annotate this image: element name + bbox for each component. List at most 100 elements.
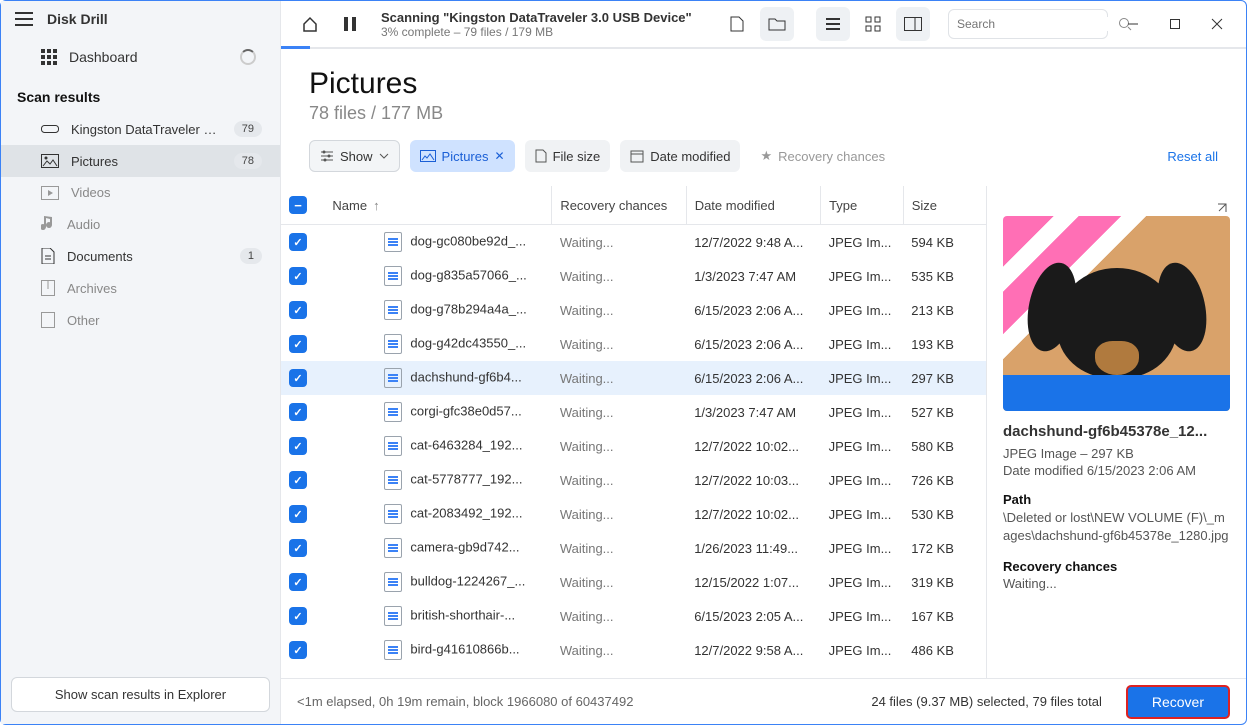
table-row[interactable]: camera-gb9d742...Waiting...1/26/2023 11:… xyxy=(281,531,986,565)
chip-recovery-chances[interactable]: ★ Recovery chances xyxy=(750,140,895,172)
detail-recovery-value: Waiting... xyxy=(1003,576,1230,591)
file-type: JPEG Im... xyxy=(821,361,904,395)
file-size: 172 KB xyxy=(903,531,986,565)
scan-subtitle: 3% complete – 79 files / 179 MB xyxy=(381,25,692,39)
detail-path: \Deleted or lost\NEW VOLUME (F)\_mages\d… xyxy=(1003,509,1230,545)
file-type: JPEG Im... xyxy=(821,259,904,293)
row-checkbox[interactable] xyxy=(289,267,307,285)
panel-view-button[interactable] xyxy=(896,7,930,41)
sidebar-dashboard[interactable]: Dashboard xyxy=(1,37,280,77)
sidebar-videos[interactable]: Videos xyxy=(1,177,280,208)
file-icon xyxy=(384,436,402,456)
videos-label: Videos xyxy=(71,185,266,200)
file-date: 12/7/2022 10:02... xyxy=(686,429,820,463)
table-row[interactable]: cat-6463284_192...Waiting...12/7/2022 10… xyxy=(281,429,986,463)
row-checkbox[interactable] xyxy=(289,573,307,591)
table-row[interactable]: dog-g78b294a4a_...Waiting...6/15/2023 2:… xyxy=(281,293,986,327)
file-date: 1/3/2023 7:47 AM xyxy=(686,395,820,429)
open-external-icon[interactable] xyxy=(1214,200,1230,216)
sort-asc-icon xyxy=(367,198,380,213)
file-icon xyxy=(384,606,402,626)
row-checkbox[interactable] xyxy=(289,641,307,659)
table-row[interactable]: dachshund-gf6b4...Waiting...6/15/2023 2:… xyxy=(281,361,986,395)
scan-info: Scanning "Kingston DataTraveler 3.0 USB … xyxy=(381,10,692,39)
row-checkbox[interactable] xyxy=(289,403,307,421)
table-row[interactable]: bird-g41610866b...Waiting...12/7/2022 9:… xyxy=(281,633,986,667)
content-body: Name Recovery chances Date modified Type… xyxy=(281,186,1246,678)
table-row[interactable]: dog-g42dc43550_...Waiting...6/15/2023 2:… xyxy=(281,327,986,361)
file-size: 580 KB xyxy=(903,429,986,463)
detail-title: dachshund-gf6b45378e_12... xyxy=(1003,423,1230,440)
minimize-button[interactable] xyxy=(1116,9,1150,39)
sidebar-other[interactable]: Other xyxy=(1,304,280,336)
sidebar-archives[interactable]: Archives xyxy=(1,272,280,304)
main: Scanning "Kingston DataTraveler 3.0 USB … xyxy=(281,1,1246,724)
grid-view-button[interactable] xyxy=(856,7,890,41)
row-checkbox[interactable] xyxy=(289,233,307,251)
show-filter[interactable]: Show xyxy=(309,140,400,172)
maximize-button[interactable] xyxy=(1158,9,1192,39)
table-row[interactable]: dog-gc080be92d_...Waiting...12/7/2022 9:… xyxy=(281,225,986,260)
header-checkbox[interactable] xyxy=(289,196,307,214)
file-type: JPEG Im... xyxy=(821,463,904,497)
row-checkbox[interactable] xyxy=(289,437,307,455)
file-button[interactable] xyxy=(720,7,754,41)
folder-button[interactable] xyxy=(760,7,794,41)
file-table[interactable]: Name Recovery chances Date modified Type… xyxy=(281,186,986,678)
col-date[interactable]: Date modified xyxy=(686,186,820,225)
table-row[interactable]: dog-g835a57066_...Waiting...1/3/2023 7:4… xyxy=(281,259,986,293)
file-icon xyxy=(535,149,547,163)
table-row[interactable]: cat-2083492_192...Waiting...12/7/2022 10… xyxy=(281,497,986,531)
col-size[interactable]: Size xyxy=(903,186,986,225)
pause-button[interactable] xyxy=(333,7,367,41)
row-checkbox[interactable] xyxy=(289,471,307,489)
file-icon xyxy=(384,504,402,524)
file-date: 1/26/2023 11:49... xyxy=(686,531,820,565)
file-name: dog-g42dc43550_... xyxy=(324,327,551,361)
row-checkbox[interactable] xyxy=(289,369,307,387)
hamburger-icon[interactable] xyxy=(15,12,33,26)
col-name[interactable]: Name xyxy=(324,186,551,225)
file-recovery: Waiting... xyxy=(552,531,686,565)
file-name: corgi-gfc38e0d57... xyxy=(324,395,551,429)
reset-filters[interactable]: Reset all xyxy=(1167,149,1218,164)
page-subtitle: 78 files / 177 MB xyxy=(309,103,1218,124)
row-checkbox[interactable] xyxy=(289,505,307,523)
audio-icon xyxy=(41,216,55,232)
search-input[interactable] xyxy=(957,17,1112,31)
file-recovery: Waiting... xyxy=(552,225,686,260)
file-type: JPEG Im... xyxy=(821,497,904,531)
show-in-explorer-button[interactable]: Show scan results in Explorer xyxy=(11,677,270,712)
sidebar-documents[interactable]: Documents 1 xyxy=(1,240,280,272)
file-recovery: Waiting... xyxy=(552,599,686,633)
table-row[interactable]: british-shorthair-...Waiting...6/15/2023… xyxy=(281,599,986,633)
file-icon xyxy=(384,232,402,252)
file-type: JPEG Im... xyxy=(821,531,904,565)
row-checkbox[interactable] xyxy=(289,335,307,353)
chip-file-size[interactable]: File size xyxy=(525,140,611,172)
col-type[interactable]: Type xyxy=(821,186,904,225)
spinner-icon xyxy=(240,49,256,65)
sidebar-device[interactable]: Kingston DataTraveler 3.0... 79 xyxy=(1,113,280,145)
file-recovery: Waiting... xyxy=(552,259,686,293)
remove-chip-icon[interactable]: ✕ xyxy=(495,149,505,163)
row-checkbox[interactable] xyxy=(289,301,307,319)
row-checkbox[interactable] xyxy=(289,539,307,557)
recover-button[interactable]: Recover xyxy=(1126,685,1230,719)
chip-pictures[interactable]: Pictures ✕ xyxy=(410,140,515,172)
file-name: cat-6463284_192... xyxy=(324,429,551,463)
table-row[interactable]: cat-5778777_192...Waiting...12/7/2022 10… xyxy=(281,463,986,497)
close-button[interactable] xyxy=(1200,9,1234,39)
sidebar-audio[interactable]: Audio xyxy=(1,208,280,240)
table-row[interactable]: bulldog-1224267_...Waiting...12/15/2022 … xyxy=(281,565,986,599)
list-view-button[interactable] xyxy=(816,7,850,41)
search-box[interactable] xyxy=(948,9,1108,39)
chip-date-modified[interactable]: Date modified xyxy=(620,140,740,172)
dashboard-label: Dashboard xyxy=(69,49,138,65)
sidebar-pictures[interactable]: Pictures 78 xyxy=(1,145,280,177)
file-name: british-shorthair-... xyxy=(324,599,551,633)
row-checkbox[interactable] xyxy=(289,607,307,625)
home-button[interactable] xyxy=(293,7,327,41)
table-row[interactable]: corgi-gfc38e0d57...Waiting...1/3/2023 7:… xyxy=(281,395,986,429)
col-recovery[interactable]: Recovery chances xyxy=(552,186,686,225)
